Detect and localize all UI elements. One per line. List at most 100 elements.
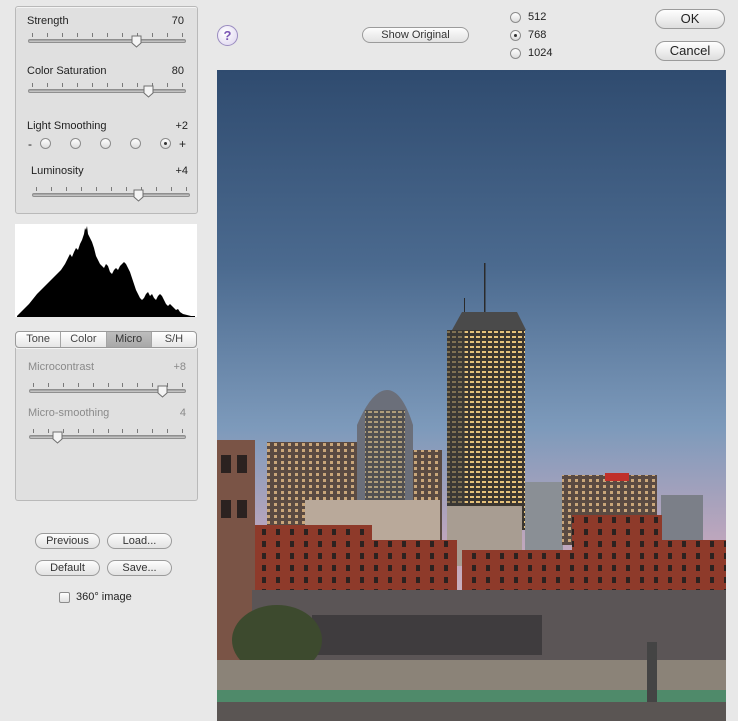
slider-tick <box>33 383 34 387</box>
histogram-graph <box>17 226 195 317</box>
slider-thumb[interactable] <box>157 385 168 398</box>
slider-thumb[interactable] <box>52 431 63 444</box>
color-saturation-value: 80 <box>171 65 184 77</box>
microcontrast-slider[interactable] <box>29 383 186 399</box>
360-image-checkbox[interactable] <box>59 592 70 603</box>
slider-tick <box>152 383 153 387</box>
slider-tick <box>78 383 79 387</box>
slider-tick <box>186 187 187 191</box>
luminosity-slider[interactable] <box>32 187 190 203</box>
show-original-button[interactable]: Show Original <box>362 27 469 43</box>
slider-tick <box>167 33 168 37</box>
slider-tick <box>122 83 123 87</box>
slider-tick <box>137 83 138 87</box>
save-button[interactable]: Save... <box>107 560 172 576</box>
size-512-label: 512 <box>528 11 547 23</box>
default-button[interactable]: Default <box>35 560 100 576</box>
ok-button[interactable]: OK <box>655 9 725 29</box>
light-smoothing-minus: - <box>28 137 32 151</box>
slider-tick <box>108 383 109 387</box>
slider-thumb[interactable] <box>133 189 144 202</box>
light-smoothing-radio[interactable] <box>160 138 171 149</box>
color-saturation-label: Color Saturation <box>27 65 107 77</box>
previous-button[interactable]: Previous <box>35 533 100 549</box>
slider-tick <box>92 83 93 87</box>
slider-tick <box>63 383 64 387</box>
slider-tick <box>171 187 172 191</box>
size-768-radio[interactable] <box>510 30 521 41</box>
slider-track[interactable] <box>28 89 186 93</box>
microcontrast-label: Microcontrast <box>28 361 95 373</box>
light-smoothing-value: +2 <box>175 120 188 132</box>
slider-thumb[interactable] <box>131 35 142 48</box>
slider-tick <box>182 429 183 433</box>
slider-tick <box>137 429 138 433</box>
micro-smoothing-slider[interactable] <box>29 429 186 445</box>
luminosity-value: +4 <box>175 165 188 177</box>
cancel-button[interactable]: Cancel <box>655 41 725 61</box>
slider-tick <box>63 429 64 433</box>
slider-tick <box>47 33 48 37</box>
slider-thumb[interactable] <box>143 85 154 98</box>
tab-tone[interactable]: Tone <box>16 332 62 347</box>
color-saturation-slider[interactable] <box>28 83 186 99</box>
size-1024-label: 1024 <box>528 47 553 59</box>
slider-tick <box>182 383 183 387</box>
slider-track[interactable] <box>32 193 190 197</box>
slider-tick <box>48 429 49 433</box>
slider-tick <box>126 187 127 191</box>
slider-tick <box>62 33 63 37</box>
light-smoothing-radio[interactable] <box>130 138 141 149</box>
light-smoothing-radio[interactable] <box>70 138 81 149</box>
light-smoothing-label: Light Smoothing <box>27 120 107 132</box>
slider-tick <box>122 33 123 37</box>
slider-tick <box>152 429 153 433</box>
slider-tick <box>156 187 157 191</box>
tab-color[interactable]: Color <box>61 332 107 347</box>
size-512-radio[interactable] <box>510 12 521 23</box>
preview-photo <box>217 70 726 721</box>
slider-ticks <box>32 187 190 191</box>
slider-tick <box>77 83 78 87</box>
slider-tick <box>96 187 97 191</box>
histogram <box>15 224 197 317</box>
strength-label: Strength <box>27 15 69 27</box>
slider-tick <box>36 187 37 191</box>
adjustments-panel: Strength 70 Color Saturation 80 Light Sm… <box>15 6 198 214</box>
light-smoothing-plus: + <box>179 137 187 151</box>
load-button[interactable]: Load... <box>107 533 172 549</box>
slider-tick <box>122 383 123 387</box>
360-image-label: 360° image <box>76 591 132 603</box>
light-smoothing-radio[interactable] <box>40 138 51 149</box>
tab-micro[interactable]: Micro <box>106 332 152 347</box>
slider-tick <box>152 33 153 37</box>
slider-tick <box>92 33 93 37</box>
micro-panel: Microcontrast +8 Micro-smoothing 4 <box>15 348 198 501</box>
slider-tick <box>32 33 33 37</box>
tab-bar: Tone Color Micro S/H <box>15 331 197 348</box>
size-1024-radio[interactable] <box>510 48 521 59</box>
slider-tick <box>107 33 108 37</box>
light-smoothing-radio[interactable] <box>100 138 111 149</box>
size-768-label: 768 <box>528 29 547 41</box>
slider-track[interactable] <box>28 39 186 43</box>
slider-tick <box>62 83 63 87</box>
micro-smoothing-value: 4 <box>179 407 186 419</box>
preview-image <box>217 70 726 721</box>
slider-tick <box>51 187 52 191</box>
slider-ticks <box>28 83 186 87</box>
slider-tick <box>182 33 183 37</box>
microcontrast-value: +8 <box>173 361 186 373</box>
tab-sh[interactable]: S/H <box>152 332 196 347</box>
slider-tick <box>111 187 112 191</box>
help-button[interactable]: ? <box>217 25 238 46</box>
strength-slider[interactable] <box>28 33 186 49</box>
slider-tick <box>81 187 82 191</box>
slider-tick <box>78 429 79 433</box>
help-icon: ? <box>223 28 232 43</box>
slider-tick <box>182 83 183 87</box>
strength-value: 70 <box>171 15 184 27</box>
slider-tick <box>32 83 33 87</box>
slider-tick <box>122 429 123 433</box>
micro-smoothing-label: Micro-smoothing <box>28 407 110 419</box>
